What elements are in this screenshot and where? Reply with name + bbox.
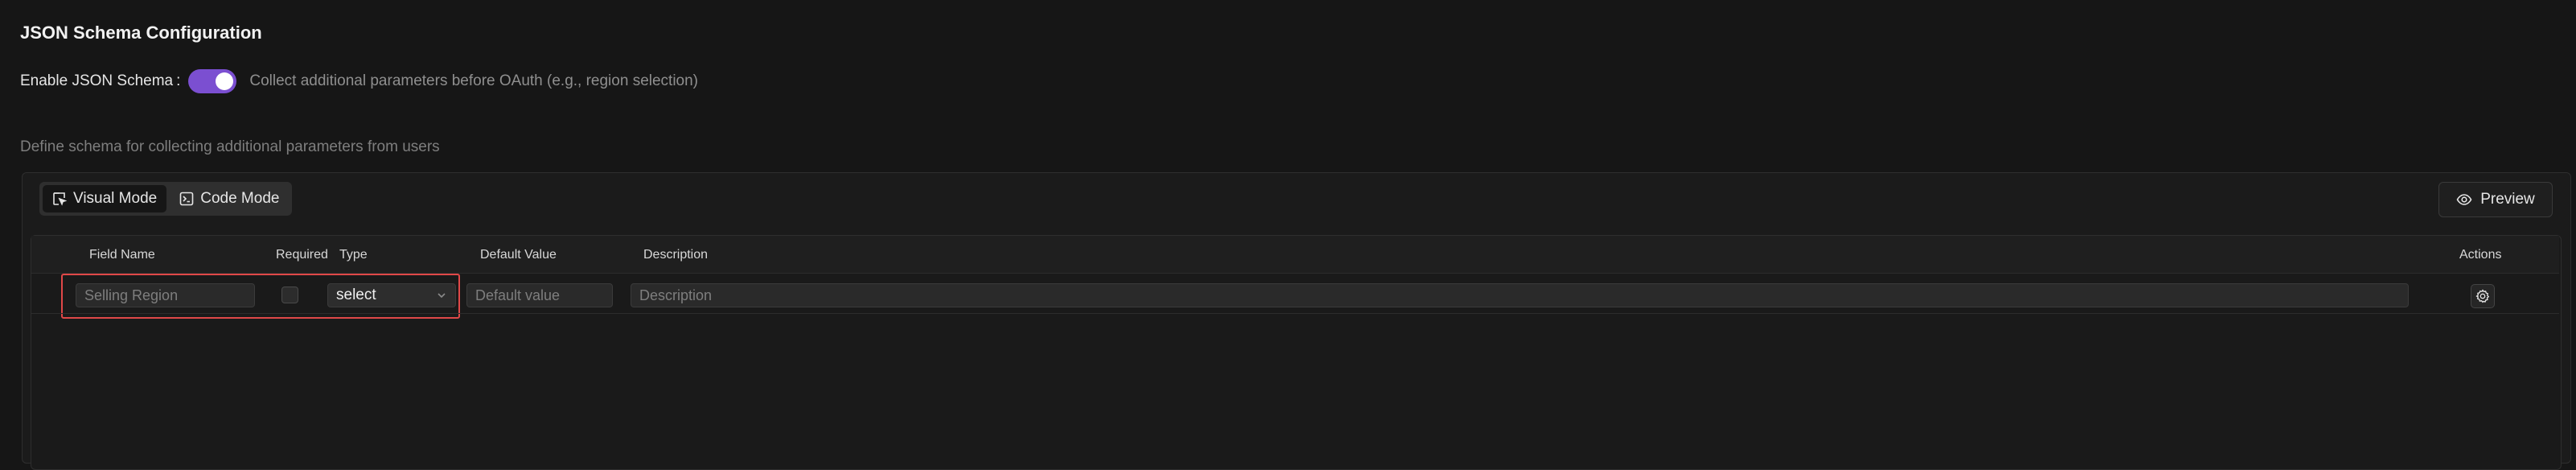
- header-description: Description: [643, 248, 709, 262]
- enable-json-schema-row: Enable JSON Schema : Collect additional …: [20, 69, 698, 93]
- row-divider: [31, 313, 2559, 314]
- header-type: Type: [339, 248, 368, 262]
- preview-label: Preview: [2480, 191, 2535, 208]
- row-highlight-box: [61, 274, 460, 319]
- header-required: Required: [276, 248, 328, 262]
- default-value-placeholder: Default value: [475, 287, 561, 303]
- enable-json-schema-toggle[interactable]: [188, 69, 237, 93]
- toggle-knob: [216, 72, 234, 90]
- enable-help-text: Collect additional parameters before OAu…: [249, 72, 699, 89]
- terminal-icon: [179, 192, 194, 206]
- preview-button[interactable]: Preview: [2438, 182, 2553, 217]
- description-input[interactable]: Description: [631, 283, 2409, 307]
- schema-help-text: Define schema for collecting additional …: [20, 138, 440, 155]
- header-default-value: Default Value: [480, 248, 557, 262]
- table-header: [31, 236, 2559, 274]
- header-field-name: Field Name: [89, 248, 155, 262]
- row-settings-button[interactable]: [2471, 284, 2495, 308]
- enable-colon: :: [176, 72, 181, 89]
- mode-tabs: Visual Mode Code Mode: [39, 182, 293, 216]
- enable-json-schema-label: Enable JSON Schema: [20, 72, 174, 89]
- tab-visual-mode-label: Visual Mode: [73, 190, 158, 207]
- tab-visual-mode[interactable]: Visual Mode: [43, 185, 167, 212]
- tab-code-mode[interactable]: Code Mode: [170, 185, 289, 212]
- description-placeholder: Description: [639, 287, 713, 303]
- eye-icon: [2456, 194, 2472, 205]
- default-value-input[interactable]: Default value: [466, 283, 613, 307]
- section-title: JSON Schema Configuration: [20, 23, 262, 43]
- tab-code-mode-label: Code Mode: [200, 190, 280, 207]
- cursor-select-icon: [53, 192, 67, 206]
- gear-icon: [2475, 289, 2490, 303]
- header-actions: Actions: [2459, 248, 2502, 262]
